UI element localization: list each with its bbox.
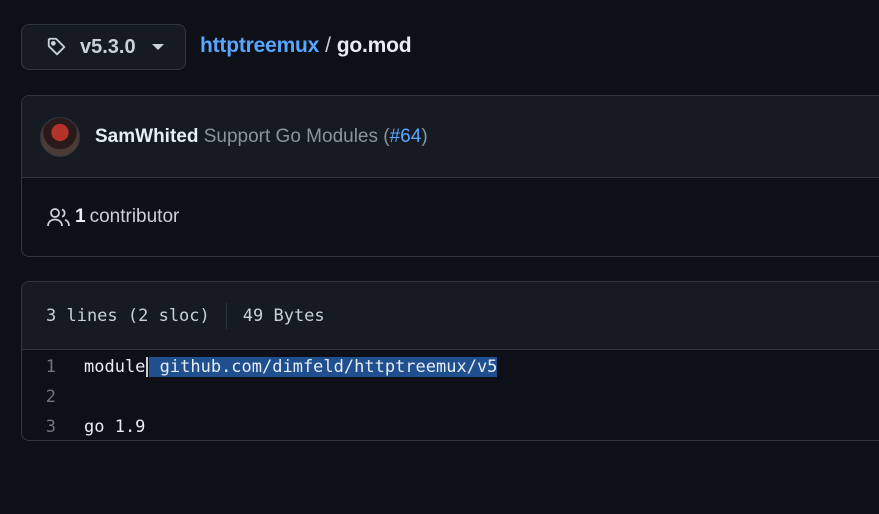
contributor-label: contributor — [89, 206, 180, 227]
code-text-plain: module — [84, 357, 146, 377]
code-text[interactable]: go 1.9 — [84, 417, 145, 437]
code-line: 1 module github.com/dimfeld/httptreemux/… — [22, 352, 879, 382]
latest-commit-box: SamWhited Support Go Modules (#64) 1 con… — [21, 95, 879, 257]
file-info-header: 3 lines (2 sloc) 49 Bytes — [22, 282, 879, 350]
latest-commit-row: SamWhited Support Go Modules (#64) — [22, 96, 879, 178]
avatar[interactable] — [40, 116, 80, 157]
page: v5.3.0 httptreemux / go.mod SamWhited Su… — [0, 0, 879, 514]
breadcrumb-repo-link[interactable]: httptreemux — [200, 34, 319, 58]
commit-pr-link[interactable]: #64 — [390, 126, 422, 147]
breadcrumb-file: go.mod — [336, 34, 412, 57]
people-icon — [47, 206, 71, 228]
code-text[interactable]: module github.com/dimfeld/httptreemux/v5 — [84, 357, 498, 377]
code-line: 2 — [22, 382, 879, 412]
contributors-row[interactable]: 1 contributor — [22, 178, 879, 256]
code-body[interactable]: 1 module github.com/dimfeld/httptreemux/… — [22, 350, 879, 440]
commit-author-link[interactable]: SamWhited — [95, 126, 198, 147]
chevron-down-icon — [151, 44, 164, 50]
line-number[interactable]: 2 — [22, 387, 84, 407]
branch-label: v5.3.0 — [80, 35, 136, 58]
commit-message-end: ) — [421, 125, 428, 147]
file-lines-info: 3 lines (2 sloc) — [46, 305, 210, 326]
breadcrumb: httptreemux / go.mod — [200, 34, 412, 58]
selected-text: github.com/dimfeld/httptreemux/v5 — [149, 357, 498, 377]
contributor-count: 1 — [75, 206, 86, 227]
branch-tag-selector[interactable]: v5.3.0 — [21, 24, 186, 70]
file-viewer: 3 lines (2 sloc) 49 Bytes 1 module githu… — [21, 281, 879, 441]
commit-message[interactable]: Support Go Modules ( — [204, 126, 390, 147]
code-line: 3 go 1.9 — [22, 412, 879, 440]
breadcrumb-separator: / — [325, 34, 331, 57]
line-number[interactable]: 1 — [22, 357, 84, 377]
file-size: 49 Bytes — [242, 305, 325, 326]
tag-icon — [46, 36, 68, 58]
line-number[interactable]: 3 — [22, 417, 84, 437]
header-divider — [225, 302, 227, 329]
